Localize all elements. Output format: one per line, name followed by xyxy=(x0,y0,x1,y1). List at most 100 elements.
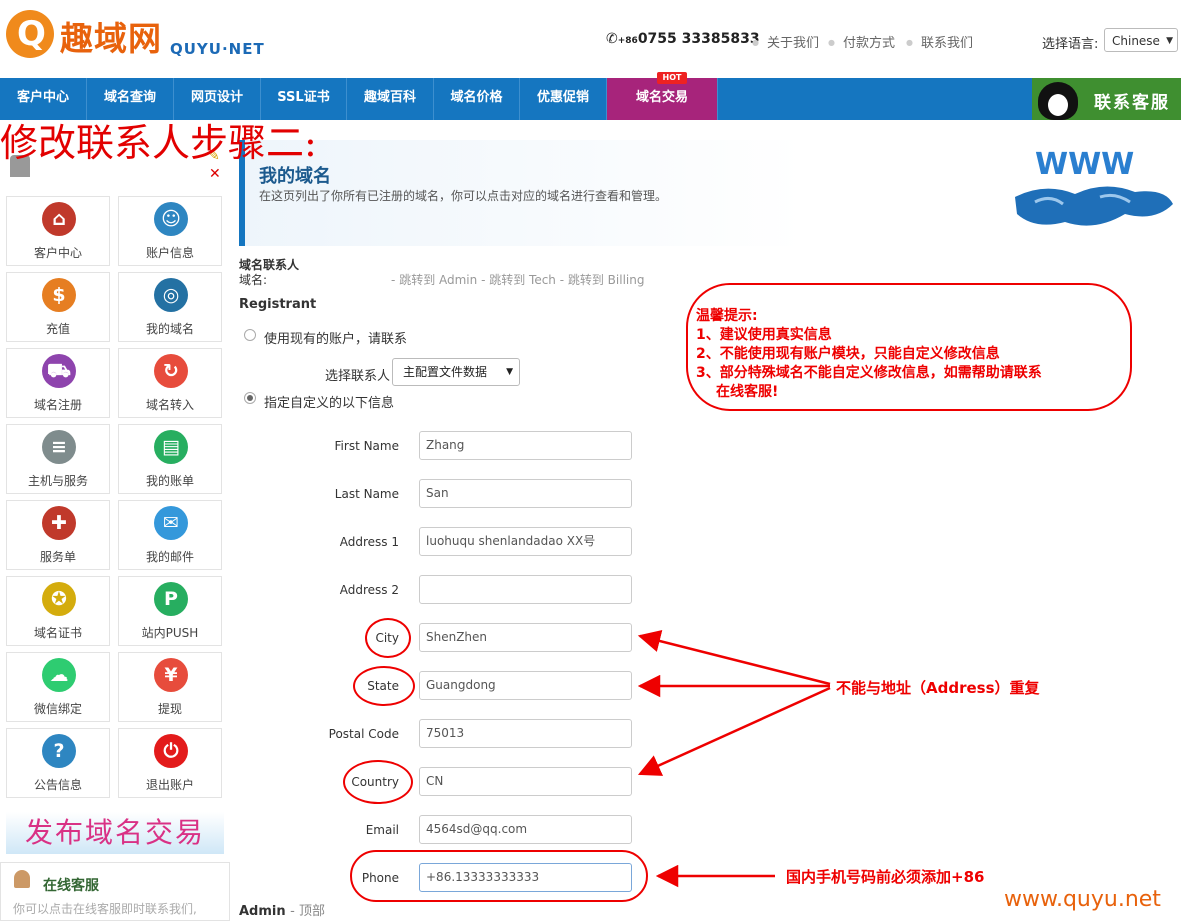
registrant-heading: Registrant xyxy=(239,297,317,312)
sidebar-tile[interactable]: ≡ 主机与服务 xyxy=(6,424,110,494)
address-1-label: Address 1 xyxy=(339,535,399,549)
sidebar-tile[interactable]: ✚ 服务单 xyxy=(6,500,110,570)
first-name-input[interactable]: Zhang xyxy=(419,431,632,460)
contact-profile-select[interactable]: 主配置文件数据 xyxy=(392,358,520,386)
sidebar-tile[interactable]: ☁ 微信绑定 xyxy=(6,652,110,722)
tip-3-cont: 在线客服! xyxy=(716,384,779,400)
tip-3: 3、部分特殊域名不能自定义修改信息，如需帮助请联系 xyxy=(696,365,1042,381)
certificate-icon: ✪ xyxy=(42,582,76,616)
tip-2: 2、不能使用现有账户模块，只能自定义修改信息 xyxy=(696,346,1000,362)
online-service-text: 你可以点击在线客服即时联系我们, xyxy=(13,902,197,916)
country-input[interactable]: CN xyxy=(419,767,632,796)
mail-icon: ✉ xyxy=(154,506,188,540)
nav-domain-price[interactable]: 域名价格 xyxy=(434,78,520,120)
contact-service-button[interactable]: 联系客服 xyxy=(1032,78,1181,120)
state-input[interactable]: Guangdong xyxy=(419,671,632,700)
sidebar-tile-label: 退出账户 xyxy=(145,778,194,792)
sidebar-tile[interactable]: ⛟ 域名注册 xyxy=(6,348,110,418)
circle-phone xyxy=(350,850,648,902)
nav-domain-trade[interactable]: 域名交易 xyxy=(607,78,718,120)
sidebar-tile-label: 客户中心 xyxy=(33,246,82,260)
hot-badge: HOT xyxy=(657,72,687,84)
last-name-input[interactable]: San xyxy=(419,479,632,508)
invoice-icon: ▤ xyxy=(154,430,188,464)
sidebar-tile[interactable]: ☺ 账户信息 xyxy=(118,196,222,266)
link-payment[interactable]: 付款方式 xyxy=(828,32,895,51)
svg-text:WWW: WWW xyxy=(1035,147,1134,182)
nav-promotions[interactable]: 优惠促销 xyxy=(520,78,607,120)
address-1-input[interactable]: luohuqu shenlandadao XX号 xyxy=(419,527,632,556)
sidebar-tile-label: 我的账单 xyxy=(145,474,194,488)
postal-code-label: Postal Code xyxy=(328,727,399,741)
sidebar-tile[interactable]: $ 充值 xyxy=(6,272,110,342)
globe-icon: ◎ xyxy=(154,278,188,312)
sidebar-tile[interactable]: ▤ 我的账单 xyxy=(118,424,222,494)
agent-icon xyxy=(14,870,30,888)
sidebar-tile[interactable]: ⏻ 退出账户 xyxy=(118,728,222,798)
page-description: 在这页列出了你所有已注册的域名，你可以点击对应的域名进行查看和管理。 xyxy=(259,189,668,203)
ticket-icon: ✚ xyxy=(42,506,76,540)
sidebar-tile-label: 充值 xyxy=(45,322,70,336)
cart-icon: ⛟ xyxy=(42,354,76,388)
back-to-top-link[interactable]: - 顶部 xyxy=(290,904,325,919)
online-service-title[interactable]: 在线客服 xyxy=(43,875,99,895)
circle-city xyxy=(365,618,411,658)
radio-existing-label: 使用现有的账户，请联系 xyxy=(264,332,408,347)
radio-existing-account[interactable] xyxy=(244,329,256,341)
link-about[interactable]: 关于我们 xyxy=(752,32,819,51)
step-title-overlay: 修改联系人步骤二: xyxy=(0,121,317,165)
transfer-icon: ↻ xyxy=(154,354,188,388)
sidebar-tile[interactable]: ⌂ 客户中心 xyxy=(6,196,110,266)
sidebar-tile[interactable]: P 站内PUSH xyxy=(118,576,222,646)
sidebar-tile[interactable]: ✪ 域名证书 xyxy=(6,576,110,646)
qq-penguin-icon xyxy=(1038,82,1078,120)
address-2-input[interactable] xyxy=(419,575,632,604)
address-2-label: Address 2 xyxy=(339,583,399,597)
radio-custom-label: 指定自定义的以下信息 xyxy=(264,396,395,411)
nav-wiki[interactable]: 趣域百科 xyxy=(347,78,434,120)
email-input[interactable]: 4564sd@qq.com xyxy=(419,815,632,844)
tip-heading: 温馨提示: xyxy=(696,308,758,324)
first-name-label: First Name xyxy=(334,439,399,453)
server-icon: ≡ xyxy=(42,430,76,464)
circle-state xyxy=(353,666,415,706)
home-icon: ⌂ xyxy=(42,202,76,236)
postal-code-input[interactable]: 75013 xyxy=(419,719,632,748)
sidebar-tile[interactable]: ↻ 域名转入 xyxy=(118,348,222,418)
email-label: Email xyxy=(365,823,399,837)
sidebar-tile[interactable]: ¥ 提现 xyxy=(118,652,222,722)
logo-text: 趣域网 xyxy=(60,19,162,58)
sidebar-tile[interactable]: ◎ 我的域名 xyxy=(118,272,222,342)
language-label: 选择语言: xyxy=(1042,37,1099,52)
sidebar-tile-label: 账户信息 xyxy=(145,246,194,260)
sidebar-tile-label: 域名转入 xyxy=(145,398,194,412)
sidebar-tile-label: 站内PUSH xyxy=(141,626,199,640)
publish-domain-trade-banner[interactable]: 发布域名交易 xyxy=(6,812,224,854)
radio-custom-info[interactable] xyxy=(244,392,256,404)
sidebar-tile-label: 服务单 xyxy=(39,550,76,564)
choose-contact-label: 选择联系人 xyxy=(325,369,391,384)
last-name-label: Last Name xyxy=(334,487,399,501)
sidebar-tile[interactable]: ✉ 我的邮件 xyxy=(118,500,222,570)
help-icon: ? xyxy=(42,734,76,768)
sidebar-tile-label: 提现 xyxy=(157,702,182,716)
wechat-icon: ☁ xyxy=(42,658,76,692)
phone-prefix-note: 国内手机号码前必须添加+86 xyxy=(786,868,985,886)
logo-subtext: QUYU·NET xyxy=(170,40,265,58)
sidebar-tile[interactable]: ? 公告信息 xyxy=(6,728,110,798)
push-icon: P xyxy=(154,582,188,616)
jump-links[interactable]: - 跳转到 Admin - 跳转到 Tech - 跳转到 Billing xyxy=(391,273,644,287)
cash-icon: ¥ xyxy=(154,658,188,692)
city-input[interactable]: ShenZhen xyxy=(419,623,632,652)
address-duplicate-note: 不能与地址（Address）重复 xyxy=(836,679,1040,697)
sidebar-tile-label: 我的邮件 xyxy=(145,550,194,564)
user-icon: ☺ xyxy=(154,202,188,236)
admin-section-heading: Admin - 顶部 xyxy=(239,904,325,919)
sidebar-tile-label: 主机与服务 xyxy=(27,474,88,488)
link-contact[interactable]: 联系我们 xyxy=(906,32,973,51)
language-select[interactable]: Chinese xyxy=(1104,28,1178,53)
sidebar-tile-label: 微信绑定 xyxy=(33,702,82,716)
close-icon[interactable]: ✕ xyxy=(209,166,221,182)
www-globe-icon: WWW xyxy=(1015,147,1173,226)
sidebar-tile-label: 域名注册 xyxy=(33,398,82,412)
